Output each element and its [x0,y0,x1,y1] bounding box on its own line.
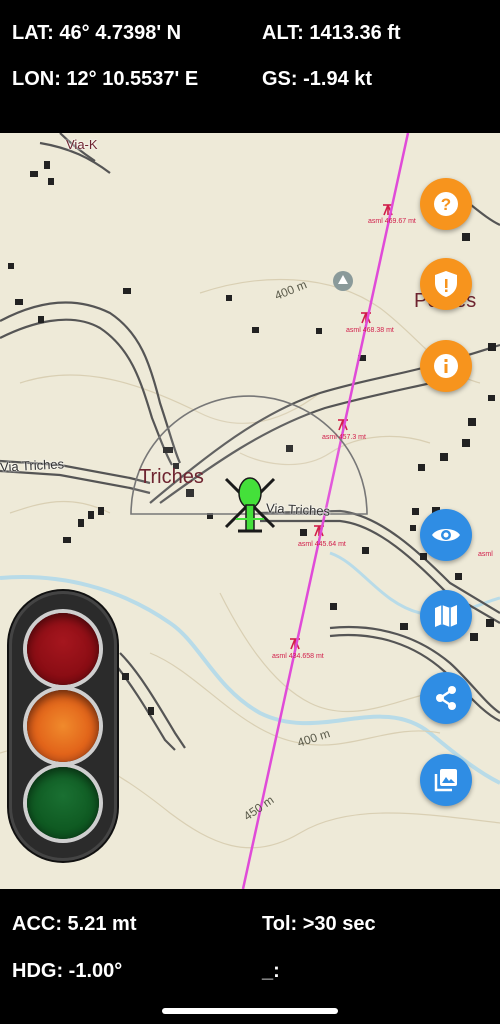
extra-readout: _: [262,960,280,982]
red-lamp [27,613,99,685]
help-icon: ? [434,192,458,216]
share-icon [436,686,456,710]
share-button[interactable] [420,672,472,724]
tolerance-readout: Tol: >30 sec [262,913,376,935]
latitude-readout: LAT: 46° 4.7398' N [12,22,182,44]
obstacle-label: asml 434.658 mt [272,653,324,660]
altitude-readout: ALT: 1413.36 ft [262,22,401,44]
obstacle-label: asml 445.64 mt [298,541,346,548]
shield-icon [435,271,457,297]
accuracy-readout: ACC: 5.21 mt [12,913,137,935]
road-label-top: Via-K [66,137,98,152]
ground-speed-readout: GS: -1.94 kt [262,68,373,90]
map-icon [435,605,457,627]
place-label-triches: Triches [139,466,204,488]
traffic-light [9,591,117,861]
info-button[interactable] [420,340,472,392]
obstacle-label: asml [478,551,493,558]
info-icon [434,354,458,378]
longitude-readout: LON: 12° 10.5537' E [12,68,199,90]
svg-text:?: ? [441,195,451,214]
amber-lamp [27,690,99,762]
telemetry-bottom-bar: ACC: 5.21 mt Tol: >30 sec HDG: -1.00° _: [0,889,500,1024]
eye-icon [432,529,460,541]
telemetry-top-bar: LAT: 46° 4.7398' N ALT: 1413.36 ft LON: … [0,0,500,133]
shield-button[interactable] [420,258,472,310]
obstacle-label: asml 457.3 mt [322,434,366,441]
obstacle-label: asml 468.38 mt [346,327,394,334]
gallery-icon [434,769,457,792]
map-button[interactable] [420,590,472,642]
heading-readout: HDG: -1.00° [12,960,123,982]
visibility-button[interactable] [420,509,472,561]
home-indicator[interactable] [162,1008,338,1014]
help-button[interactable]: ? [420,178,472,230]
green-lamp [27,767,99,839]
obstacle-label: asml 469.67 mt [368,218,416,225]
gallery-button[interactable] [420,754,472,806]
